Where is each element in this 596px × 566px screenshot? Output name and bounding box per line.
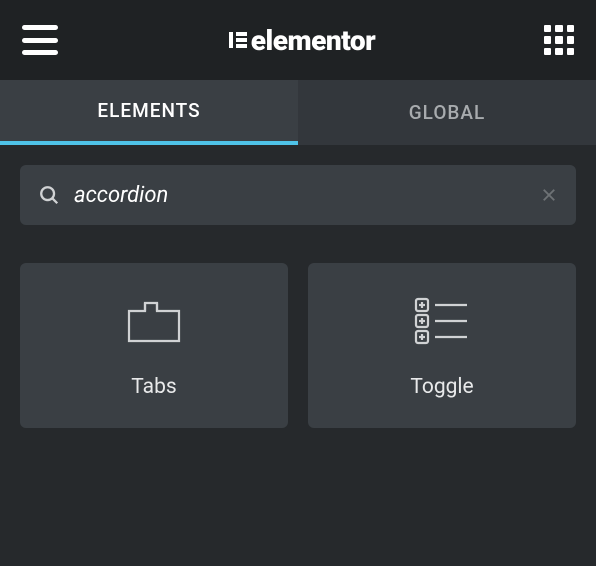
panel-tabs: ELEMENTS GLOBAL (0, 80, 596, 145)
panel-header: elementor (0, 0, 596, 80)
clear-search-icon[interactable] (540, 186, 558, 204)
apps-button[interactable] (544, 25, 574, 55)
logo-mark-icon (227, 29, 249, 51)
widget-label: Toggle (410, 375, 473, 399)
widget-tabs[interactable]: Tabs (20, 263, 288, 428)
toggle-icon (413, 293, 471, 349)
tab-global[interactable]: GLOBAL (298, 80, 596, 145)
menu-button[interactable] (22, 25, 58, 55)
panel-content: Tabs Toggle (0, 145, 596, 448)
tab-elements[interactable]: ELEMENTS (0, 80, 298, 145)
widget-grid: Tabs Toggle (20, 263, 576, 428)
search-box (20, 165, 576, 225)
widget-label: Tabs (131, 375, 176, 399)
brand-text: elementor (251, 24, 375, 57)
brand-logo: elementor (227, 24, 375, 57)
search-icon (38, 184, 60, 206)
tabs-icon (125, 293, 183, 349)
search-input[interactable] (74, 183, 540, 208)
widget-toggle[interactable]: Toggle (308, 263, 576, 428)
